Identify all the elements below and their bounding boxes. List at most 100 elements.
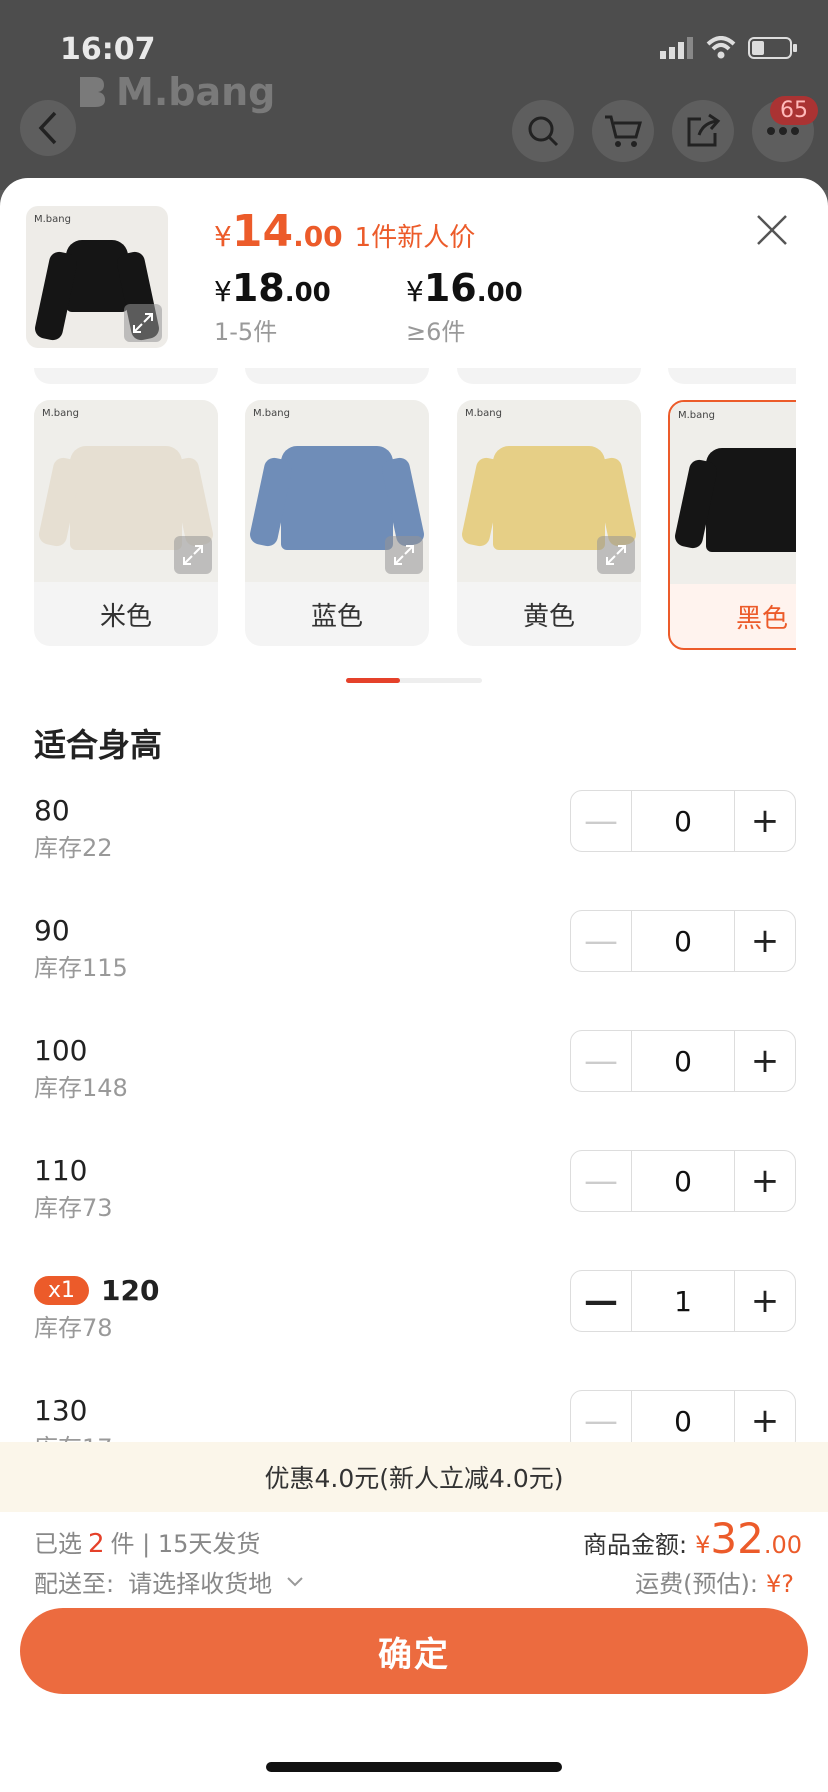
freight-estimate: 运费(预估): ¥? <box>635 1564 794 1599</box>
size-stock: 库存17 <box>34 1428 113 1442</box>
tier2-qty: ≥6件 <box>406 318 466 346</box>
amount-dec: .00 <box>763 1531 802 1559</box>
status-icons <box>660 36 798 60</box>
close-button[interactable] <box>754 212 790 248</box>
amount-currency: ¥ <box>695 1531 711 1559</box>
home-indicator <box>266 1762 562 1772</box>
color-image: M.bang <box>34 400 218 582</box>
decrement-button[interactable]: — <box>571 1271 632 1331</box>
prev-row-card <box>457 368 641 384</box>
cart-button[interactable] <box>592 100 654 162</box>
freight-label: 运费(预估): <box>635 1570 758 1598</box>
logo-icon <box>80 77 105 107</box>
promo-price: ¥14.00 1件新人价 <box>214 206 475 257</box>
expand-icon <box>133 313 153 333</box>
size-stock: 库存78 <box>34 1314 113 1342</box>
expand-button[interactable] <box>174 536 212 574</box>
beige-sweater-image <box>70 446 182 550</box>
quantity-stepper: — 0 + <box>570 1390 796 1442</box>
chevron-left-icon <box>38 111 57 145</box>
battery-icon <box>748 37 797 59</box>
size-stock: 库存22 <box>34 834 113 862</box>
increment-button[interactable]: + <box>735 1271 795 1331</box>
color-label: 蓝色 <box>310 601 363 632</box>
increment-button[interactable]: + <box>735 911 795 971</box>
increment-button[interactable]: + <box>735 1391 795 1442</box>
quantity-stepper: — 0 + <box>570 1030 796 1092</box>
selected-prefix: 已选 <box>34 1530 82 1558</box>
more-button[interactable]: 65 <box>752 96 818 162</box>
quantity-stepper: — 0 + <box>570 1150 796 1212</box>
search-button[interactable] <box>512 100 574 162</box>
ship-to-value: 请选择收货地 <box>128 1570 273 1598</box>
expand-icon <box>606 545 626 565</box>
prev-row-card <box>34 368 218 384</box>
size-row-90: 90 库存115 — 0 + <box>34 910 796 1020</box>
color-image: M.bang <box>457 400 641 582</box>
decrement-button[interactable]: — <box>571 791 632 851</box>
discount-banner: 优惠4.0元(新人立减4.0元) <box>0 1442 828 1512</box>
decrement-button[interactable]: — <box>571 911 632 971</box>
cart-count-badge: 65 <box>770 96 818 125</box>
decrement-button[interactable]: — <box>571 1151 632 1211</box>
color-option-blue[interactable]: M.bang 蓝色 <box>245 400 429 646</box>
quantity-value[interactable]: 0 <box>632 1391 735 1442</box>
tier1-int: 18 <box>231 266 285 310</box>
scroll-indicator-thumb <box>346 678 400 683</box>
size-name: 120 <box>101 1274 160 1307</box>
size-stock: 库存115 <box>34 954 128 982</box>
selected-qty-badge: x1 <box>34 1276 90 1305</box>
freight-value: ¥? <box>765 1570 794 1598</box>
quantity-value[interactable]: 0 <box>632 911 735 971</box>
color-option-beige[interactable]: M.bang 米色 <box>34 400 218 646</box>
confirm-button[interactable]: 确定 <box>20 1608 808 1694</box>
expand-icon <box>183 545 203 565</box>
promo-price-int: 14 <box>231 206 294 257</box>
selected-summary: 已选 2 件 | 15天发货 <box>34 1524 260 1559</box>
expand-icon <box>394 545 414 565</box>
color-scroll-indicator <box>346 678 482 683</box>
close-icon <box>757 215 787 245</box>
price-tier-2: ¥16.00 ≥6件 <box>406 266 523 347</box>
share-button[interactable] <box>672 100 734 162</box>
chevron-down-icon <box>287 1576 303 1586</box>
quantity-value[interactable]: 1 <box>632 1271 735 1331</box>
logo-text: M.bang <box>116 70 276 114</box>
more-icon <box>767 127 799 135</box>
card-logo: M.bang <box>465 408 502 419</box>
increment-button[interactable]: + <box>735 1151 795 1211</box>
size-name: 130 <box>34 1394 88 1427</box>
thumb-logo: M.bang <box>34 214 71 225</box>
quantity-value[interactable]: 0 <box>632 791 735 851</box>
quantity-value[interactable]: 0 <box>632 1151 735 1211</box>
increment-button[interactable]: + <box>735 1031 795 1091</box>
scroll-edge <box>796 368 828 673</box>
increment-button[interactable]: + <box>735 791 795 851</box>
ship-to-selector[interactable]: 配送至: 请选择收货地 <box>34 1564 304 1599</box>
card-logo: M.bang <box>678 410 715 421</box>
product-image <box>66 240 128 312</box>
size-stock: 库存73 <box>34 1194 113 1222</box>
quantity-value[interactable]: 0 <box>632 1031 735 1091</box>
cart-icon <box>605 115 642 147</box>
product-thumbnail[interactable]: M.bang <box>26 206 168 348</box>
size-row-100: 100 库存148 — 0 + <box>34 1030 796 1140</box>
status-time: 16:07 <box>60 32 156 67</box>
back-button[interactable] <box>20 100 76 156</box>
expand-button[interactable] <box>124 304 162 342</box>
color-label: 黄色 <box>522 601 575 632</box>
section-title: 适合身高 <box>34 726 163 764</box>
card-logo: M.bang <box>253 408 290 419</box>
size-row-110: 110 库存73 — 0 + <box>34 1150 796 1260</box>
tier2-currency: ¥ <box>406 275 424 308</box>
decrement-button[interactable]: — <box>571 1391 632 1442</box>
expand-button[interactable] <box>385 536 423 574</box>
decrement-button[interactable]: — <box>571 1031 632 1091</box>
color-options: M.bang 米色 M.bang 蓝色 M.bang 黄色 M.bang 黑色 <box>0 368 828 673</box>
quantity-stepper: — 0 + <box>570 910 796 972</box>
promo-note: 1件新人价 <box>354 223 476 253</box>
expand-button[interactable] <box>597 536 635 574</box>
selected-suffix: 件 | 15天发货 <box>110 1530 261 1558</box>
color-label: 米色 <box>99 601 152 632</box>
color-option-yellow[interactable]: M.bang 黄色 <box>457 400 641 646</box>
